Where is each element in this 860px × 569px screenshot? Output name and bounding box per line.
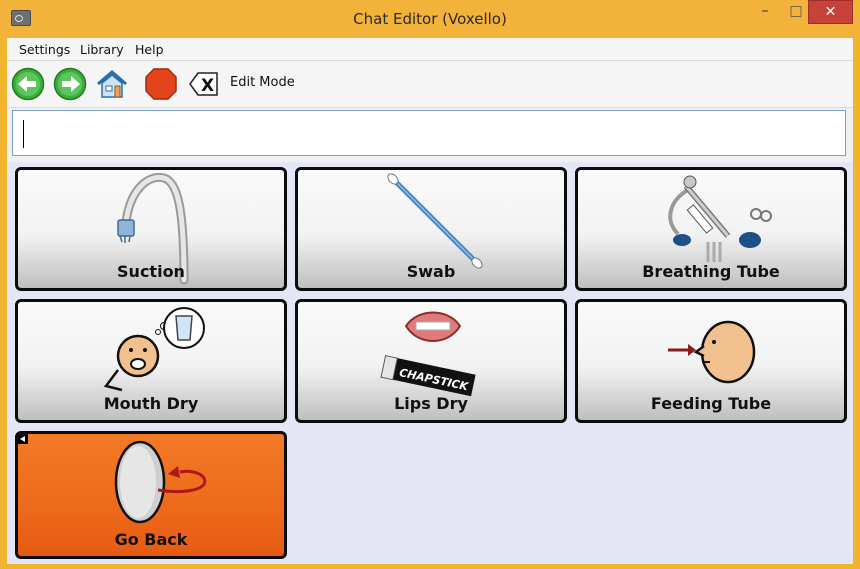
toolbar: X Edit Mode — [7, 61, 853, 108]
tile-grid: Suction Swab Breathing Tube Mouth Dry CH… — [7, 162, 853, 564]
close-button[interactable]: ✕ — [808, 0, 853, 24]
tile-go-back[interactable]: Go Back — [15, 431, 287, 559]
message-text-box[interactable] — [12, 110, 846, 156]
tile-mouth-dry[interactable]: Mouth Dry — [15, 299, 287, 423]
tile-label: Breathing Tube — [642, 262, 780, 281]
tile-swab[interactable]: Swab — [295, 167, 567, 291]
back-arrow-icon[interactable] — [11, 67, 45, 101]
window-title: Chat Editor (Voxello) — [353, 10, 507, 28]
home-icon[interactable] — [95, 67, 129, 101]
forward-arrow-icon[interactable] — [53, 67, 87, 101]
tile-label: Lips Dry — [394, 394, 468, 413]
tile-lips-dry[interactable]: CHAPSTICK Lips Dry — [295, 299, 567, 423]
tile-label: Swab — [406, 262, 456, 281]
app-window: Chat Editor (Voxello) – □ ✕ Settings Lib… — [0, 0, 860, 569]
menu-settings[interactable]: Settings — [19, 42, 70, 57]
tile-feeding-tube[interactable]: Feeding Tube — [575, 299, 847, 423]
stop-icon[interactable] — [144, 67, 178, 101]
clear-button[interactable]: X — [189, 71, 219, 97]
menu-help[interactable]: Help — [135, 42, 164, 57]
tile-suction[interactable]: Suction — [15, 167, 287, 291]
menu-library[interactable]: Library — [80, 42, 124, 57]
text-caret — [23, 120, 24, 148]
title-bar[interactable]: Chat Editor (Voxello) – □ ✕ — [0, 0, 860, 38]
menu-bar: Settings Library Help — [7, 38, 853, 61]
tile-label: Feeding Tube — [650, 394, 772, 413]
maximize-button[interactable]: □ — [783, 0, 809, 24]
minimize-button[interactable]: – — [752, 0, 778, 24]
backspace-icon: X — [189, 72, 218, 96]
tile-breathing-tube[interactable]: Breathing Tube — [575, 167, 847, 291]
tile-label: Suction — [117, 262, 185, 281]
tile-label: Mouth Dry — [103, 394, 199, 413]
clear-label: X — [201, 76, 214, 96]
edit-mode-label[interactable]: Edit Mode — [230, 75, 295, 90]
tile-label: Go Back — [114, 530, 188, 549]
